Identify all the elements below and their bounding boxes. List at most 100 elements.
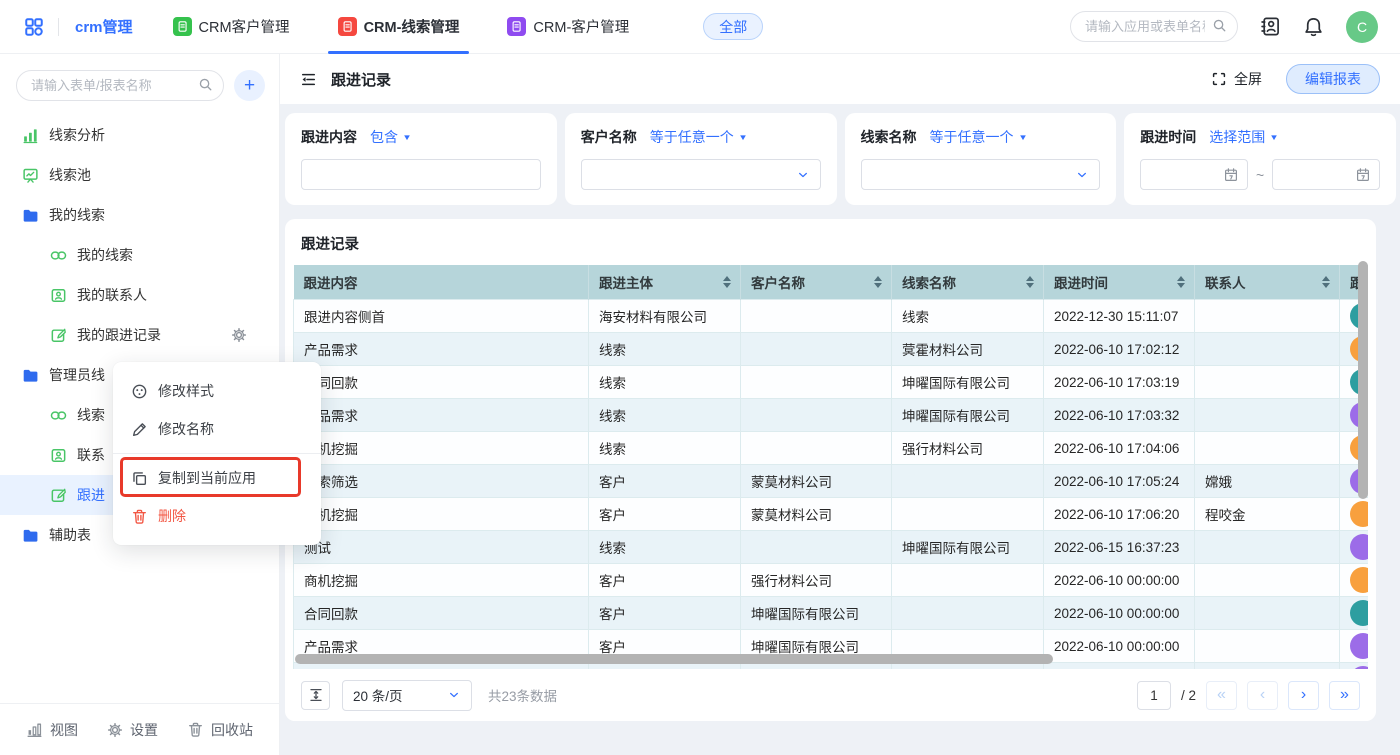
avatar [1350,600,1368,626]
sort-icon[interactable] [1322,276,1330,288]
menu-item[interactable]: 修改样式 [113,372,321,410]
app-tab-label: CRM-线索管理 [364,16,460,37]
collapse-sidebar-icon[interactable] [300,71,317,88]
vertical-scrollbar[interactable] [1358,261,1368,499]
sidebar-item-label: 跟进 [77,485,105,505]
table-row[interactable]: 商机挖掘客户蒙莫材料公司2022-06-10 17:06:20程咬金 [294,498,1369,531]
table-cell [741,432,892,465]
filter-operator[interactable]: 等于任意一个▼ [930,127,1027,147]
table-cell: 2022-06-10 17:05:24 [1044,465,1195,498]
table-cell [892,498,1044,531]
caret-down-icon: ▼ [1269,133,1279,142]
table-row[interactable]: 商机挖掘客户强行材料公司2022-06-10 00:00:00 [294,564,1369,597]
filter-select[interactable] [581,159,821,190]
sort-icon[interactable] [1026,276,1034,288]
chevron-down-icon [796,168,810,182]
table-cell [1195,630,1340,663]
bell-icon[interactable] [1303,16,1324,37]
page-number-input[interactable] [1137,681,1171,710]
table-row[interactable]: 产品需求线索坤曜国际有限公司2022-06-10 17:03:32 [294,399,1369,432]
page-nav-button[interactable]: › [1288,681,1319,710]
table-cell: 蓂霍材料公司 [892,333,1044,366]
column-header[interactable]: 跟进内容 [294,265,589,300]
column-header[interactable]: 跟进时间 [1044,265,1195,300]
edit-report-button[interactable]: 编辑报表 [1286,64,1380,94]
page-nav-button[interactable]: » [1329,681,1360,710]
menu-item[interactable]: 删除 [113,497,321,535]
topbar-right: C [1070,11,1378,43]
sort-icon[interactable] [723,276,731,288]
sidebar-footer-label: 回收站 [211,720,253,740]
calendar-icon [1223,167,1239,183]
page-size-select[interactable]: 20 条/页 [342,680,472,711]
filter-operator[interactable]: 选择范围▼ [1209,127,1278,147]
apps-grid-icon[interactable] [24,17,44,37]
table-cell: 2022-06-10 00:00:00 [1044,630,1195,663]
sidebar-item[interactable]: 我的联系人 [0,275,279,315]
home-app-link[interactable]: crm管理 [75,16,133,37]
app-icon [507,17,526,36]
menu-item[interactable]: 修改名称 [113,410,321,448]
table-row[interactable]: 合同回款线索坤曜国际有限公司2022-06-10 17:03:19 [294,366,1369,399]
folder-icon [22,367,39,384]
table-row[interactable]: 合同回款客户坤曜国际有限公司2022-06-10 00:00:00 [294,597,1369,630]
filter-text-input[interactable] [301,159,541,190]
add-form-button[interactable]: + [234,70,265,101]
app-tab[interactable]: CRM-线索管理 [338,0,460,54]
view-icon [26,721,43,738]
edit-icon [50,487,67,504]
app-tab[interactable]: CRM客户管理 [173,0,290,54]
user-avatar[interactable]: C [1346,11,1378,43]
table-row[interactable]: 产品需求线索蓂霍材料公司2022-06-10 17:02:12 [294,333,1369,366]
sidebar-item[interactable]: 我的线索 [0,235,279,275]
fullscreen-button[interactable]: 全屏 [1211,69,1262,89]
table-cell [1195,399,1340,432]
column-header[interactable]: 跟进主体 [589,265,741,300]
sidebar-item-label: 辅助表 [49,525,91,545]
column-header[interactable]: 线索名称 [892,265,1044,300]
table-row[interactable]: 跟进内容侧首海安材料有限公司线索2022-12-30 15:11:07 [294,300,1369,333]
table-cell-avatar [1340,564,1369,597]
filter-operator[interactable]: 包含▼ [370,127,411,147]
menu-item-label: 删除 [158,506,186,526]
page-nav-button: « [1206,681,1237,710]
table-cell: 线索 [589,333,741,366]
column-header[interactable]: 联系人 [1195,265,1340,300]
sidebar-item-label: 管理员线 [49,365,105,385]
column-header[interactable]: 客户名称 [741,265,892,300]
menu-item[interactable]: 复制到当前应用 [113,459,321,497]
table-cell [1195,333,1340,366]
sidebar-item[interactable]: 线索分析 [0,115,279,155]
sidebar-footer-view[interactable]: 视图 [26,720,78,740]
table-cell: 坤曜国际有限公司 [892,366,1044,399]
horizontal-scrollbar[interactable] [295,654,1053,664]
sidebar-footer-gear[interactable]: 设置 [107,720,158,740]
sort-icon[interactable] [1177,276,1185,288]
total-count: 共23条数据 [488,685,557,705]
table-cell: 强行材料公司 [892,432,1044,465]
sort-icon[interactable] [874,276,882,288]
table-row[interactable]: 线索筛选客户蒙莫材料公司2022-06-10 17:05:24嫦娥 [294,465,1369,498]
all-apps-pill[interactable]: 全部 [703,13,763,40]
contacts-icon[interactable] [1260,16,1281,37]
table-row[interactable]: 测试线索坤曜国际有限公司2022-06-15 16:37:23 [294,531,1369,564]
table-cell: 海安材料有限公司 [589,300,741,333]
table-row[interactable]: 商机挖掘线索强行材料公司2022-06-10 17:04:06 [294,432,1369,465]
filter-select[interactable] [861,159,1101,190]
sidebar-item-label: 线索 [77,405,105,425]
sidebar-item[interactable]: 线索池 [0,155,279,195]
date-end-input[interactable] [1272,159,1380,190]
table-cell: 蒙莫材料公司 [741,498,892,531]
sidebar-footer-trash[interactable]: 回收站 [187,720,253,740]
filter-operator[interactable]: 等于任意一个▼ [650,127,747,147]
caret-down-icon: ▼ [1018,133,1028,142]
gear-icon[interactable] [231,327,247,343]
table-cell-avatar [1340,630,1369,663]
sidebar-item[interactable]: 我的线索 [0,195,279,235]
date-start-input[interactable] [1140,159,1248,190]
sidebar-item[interactable]: 我的跟进记录 [0,315,279,355]
row-height-button[interactable] [301,681,330,710]
form-search-input[interactable] [16,70,224,101]
app-tab[interactable]: CRM-客户管理 [507,0,629,54]
table-cell: 线索 [589,432,741,465]
